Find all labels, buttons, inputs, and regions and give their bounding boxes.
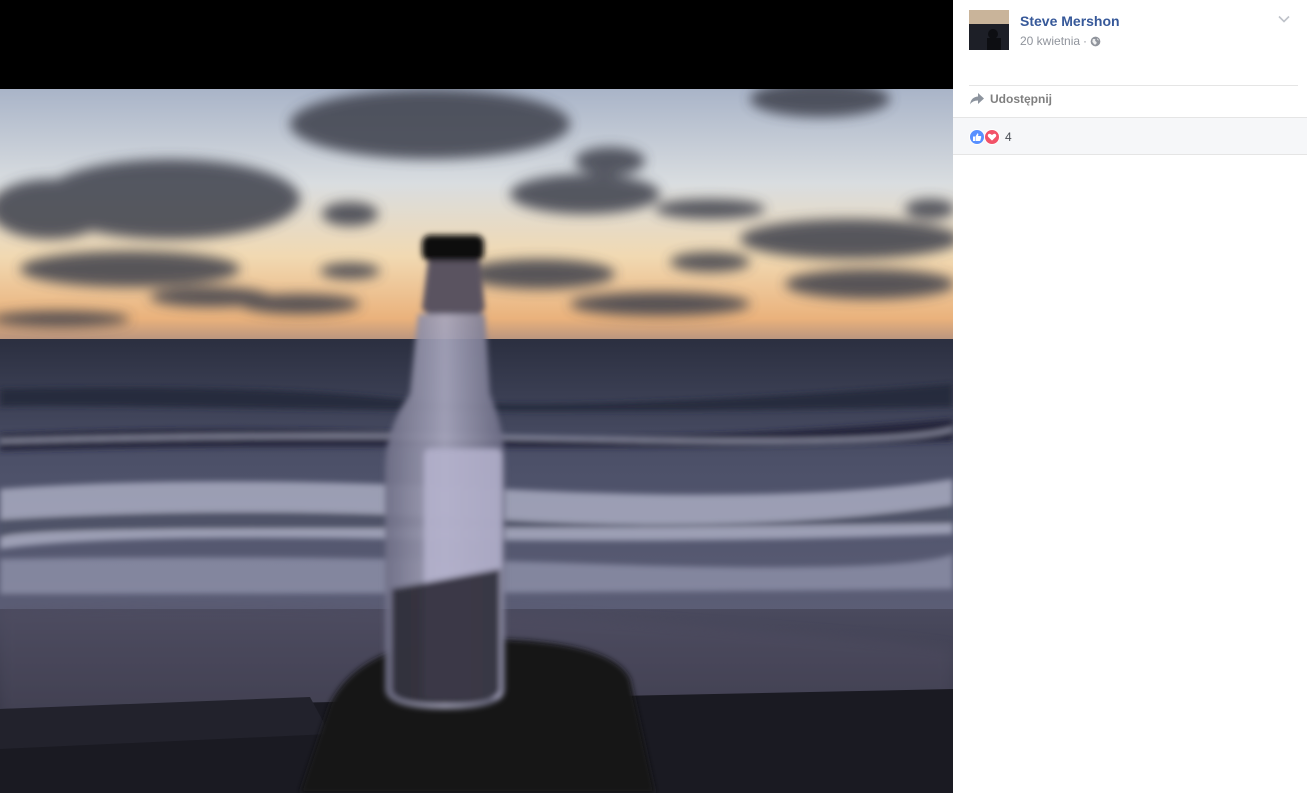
author-name-link[interactable]: Steve Mershon <box>1020 13 1120 29</box>
reaction-icons[interactable] <box>969 129 1000 145</box>
post-meta: 20 kwietnia · <box>1020 34 1101 48</box>
photo-beach-bottle <box>0 89 953 793</box>
share-label: Udostępnij <box>990 92 1052 106</box>
post-sidebar: Steve Mershon 20 kwietnia · Udostępnij 4 <box>953 0 1307 793</box>
chevron-down-icon[interactable] <box>1277 12 1291 26</box>
post-date-link[interactable]: 20 kwietnia <box>1020 34 1080 48</box>
photo-viewer <box>0 0 953 793</box>
meta-separator: · <box>1083 34 1088 48</box>
reaction-count-link[interactable]: 4 <box>1005 130 1012 144</box>
share-button[interactable]: Udostępnij <box>969 92 1052 106</box>
reactions-bar: 4 <box>953 117 1307 155</box>
avatar[interactable] <box>969 10 1009 50</box>
avatar-image <box>969 10 1009 50</box>
divider <box>969 85 1298 86</box>
share-arrow-icon <box>970 93 984 105</box>
like-reaction-icon <box>969 129 985 145</box>
globe-icon[interactable] <box>1090 36 1101 47</box>
love-reaction-icon <box>984 129 1000 145</box>
post-header: Steve Mershon 20 kwietnia · <box>969 10 1291 54</box>
post-photo[interactable] <box>0 89 953 793</box>
